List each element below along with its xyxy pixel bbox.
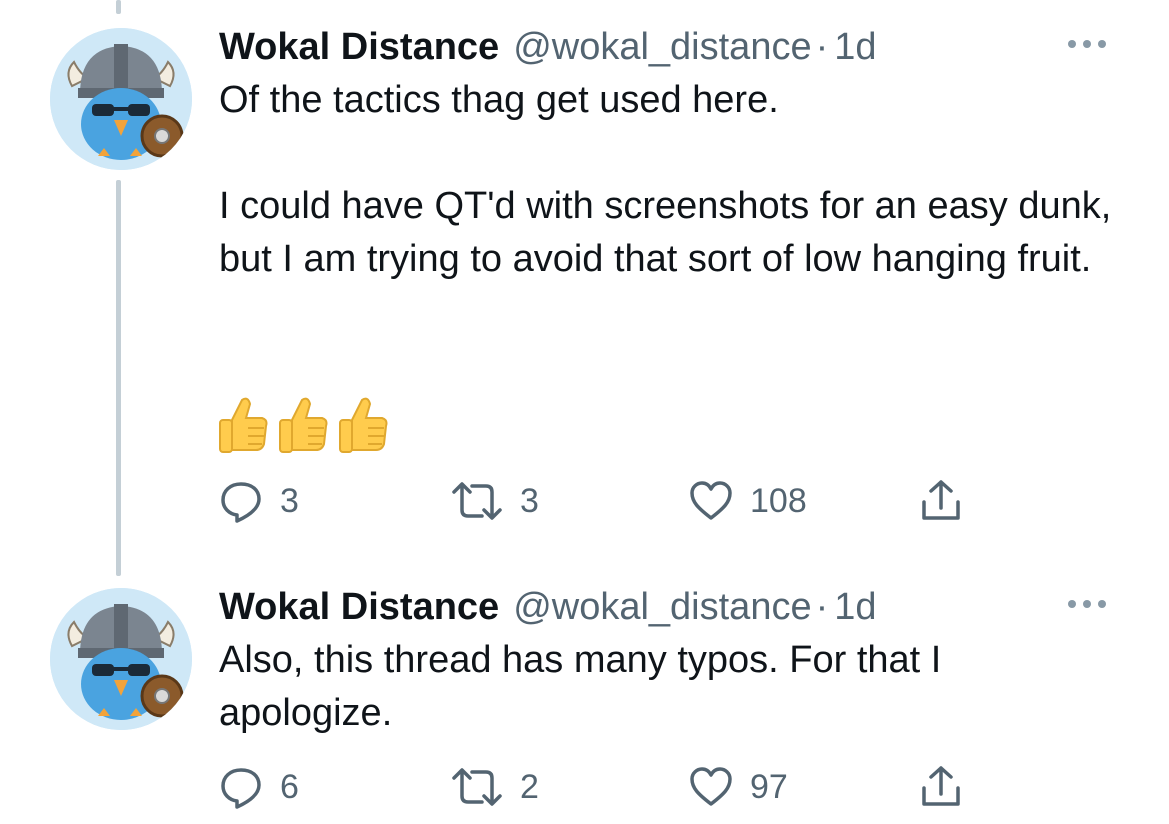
tweet-actions: 6 2 97 [218,762,1018,812]
thumbs-up-emoji [218,396,268,459]
reply-icon [221,768,261,809]
tweet-text: Also, this thread has many typos. For th… [219,634,1079,740]
more-dot [1068,40,1076,48]
thread-line-top [116,0,121,14]
author-name[interactable]: Wokal Distance [219,22,499,72]
thumbs-up-emoji [278,396,328,459]
tweet-paragraph: I could have QT'd with screenshots for a… [219,185,1112,280]
tweet-actions: 3 3 108 [218,476,1018,526]
heart-icon [690,767,732,806]
separator-dot: · [815,26,829,68]
timestamp[interactable]: 1d [834,582,876,632]
share-icon [922,766,960,806]
tweet-paragraph: Of the tactics thag get used here. [219,79,779,121]
retweet-button[interactable]: 2 [450,762,539,812]
heart-icon [690,481,732,520]
retweet-count: 3 [520,481,539,520]
reply-count: 3 [280,481,299,520]
more-dot [1068,600,1076,608]
tweet-paragraph: Also, this thread has many typos. For th… [219,639,942,734]
tweet[interactable]: Wokal Distance @wokal_distance · 1d Also… [0,580,1169,824]
like-count: 97 [750,767,788,806]
reply-button[interactable]: 6 [218,762,299,812]
tweet-text: Of the tactics thag get used here. I cou… [219,74,1139,286]
more-dot [1083,600,1091,608]
more-dot [1098,40,1106,48]
avatar[interactable] [50,588,192,730]
more-dot [1098,600,1106,608]
more-options-icon[interactable] [1068,594,1118,614]
timestamp[interactable]: 1d [834,22,876,72]
like-count: 108 [750,481,807,520]
author-handle[interactable]: @wokal_distance [513,582,811,632]
emoji-row [218,396,388,459]
reply-icon [221,482,261,523]
retweet-icon [452,482,502,520]
retweet-button[interactable]: 3 [450,476,539,526]
avatar[interactable] [50,28,192,170]
reply-count: 6 [280,767,299,806]
share-button[interactable] [918,762,964,812]
like-button[interactable]: 97 [688,762,788,812]
tweet[interactable]: Wokal Distance @wokal_distance · 1d Of t… [0,20,1169,530]
share-button[interactable] [918,476,964,526]
separator-dot: · [815,586,829,628]
like-button[interactable]: 108 [688,476,807,526]
reply-button[interactable]: 3 [218,476,299,526]
retweet-icon [452,768,502,806]
more-dot [1083,40,1091,48]
share-icon [922,480,960,520]
retweet-count: 2 [520,767,539,806]
more-options-icon[interactable] [1068,34,1118,54]
viking-bird-avatar-icon [50,588,192,730]
author-name[interactable]: Wokal Distance [219,582,499,632]
tweet-header: Wokal Distance @wokal_distance · 1d [219,22,877,72]
viking-bird-avatar-icon [50,28,192,170]
author-handle[interactable]: @wokal_distance [513,22,811,72]
thumbs-up-emoji [338,396,388,459]
tweet-header: Wokal Distance @wokal_distance · 1d [219,582,877,632]
